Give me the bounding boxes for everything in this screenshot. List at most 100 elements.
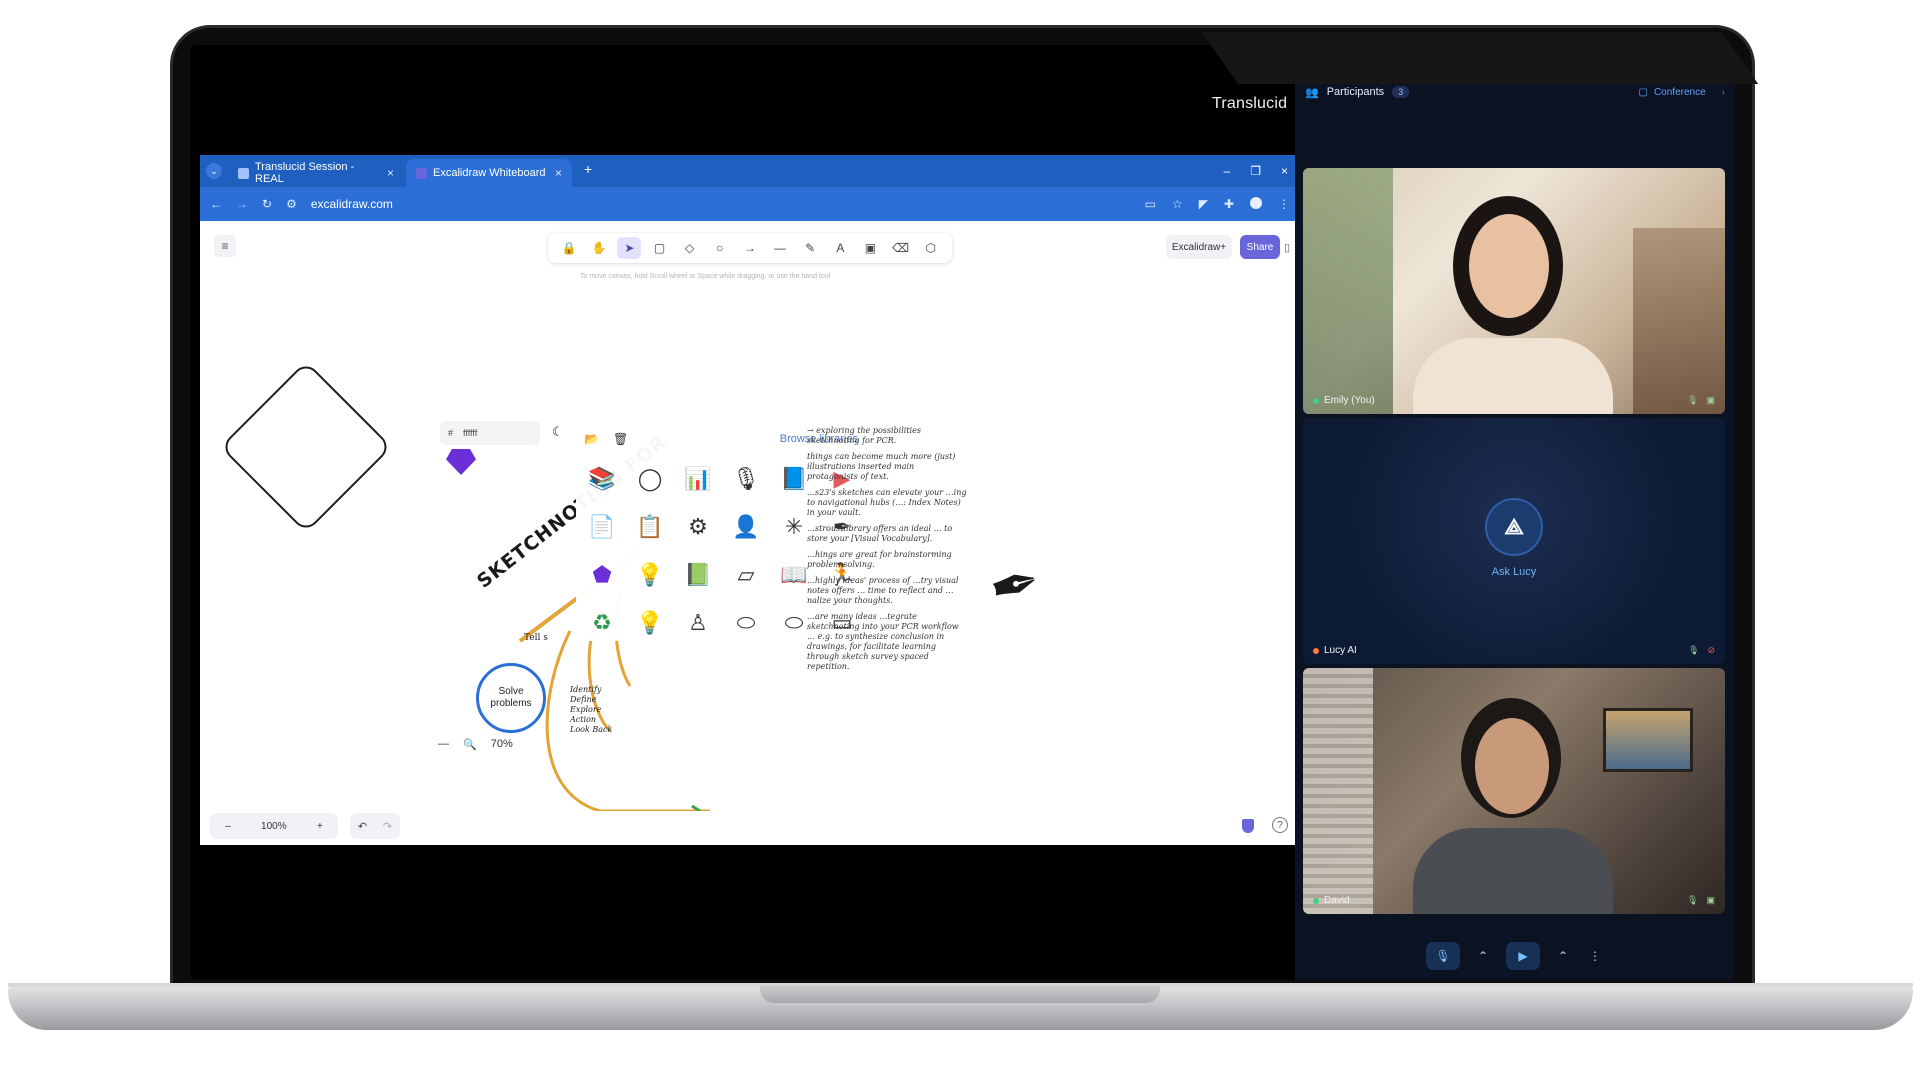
cast-icon[interactable]: ▭ <box>1145 197 1156 211</box>
minimize-icon[interactable]: – <box>1224 164 1231 178</box>
extensions-puzzle-icon[interactable]: ✚ <box>1224 197 1234 211</box>
tab-translucid-session[interactable]: Translucid Session - REAL × <box>228 159 404 187</box>
zoom-search-icon[interactable]: 🔍 <box>463 738 477 751</box>
clipboard-icon[interactable]: 📋 <box>628 505 672 549</box>
notebook-icon[interactable]: ▱ <box>724 553 768 597</box>
diamond-tool-icon[interactable]: ◇ <box>678 237 702 259</box>
line-tool-icon[interactable]: — <box>768 237 792 259</box>
laptop-opening-groove <box>760 985 1160 1003</box>
head-profile-icon[interactable]: 👤 <box>724 505 768 549</box>
reload-icon[interactable]: ↻ <box>262 197 272 211</box>
books-icon[interactable]: 📚 <box>580 457 624 501</box>
gears-icon[interactable]: ⚙ <box>676 505 720 549</box>
arrow-tool-icon[interactable]: → <box>738 237 762 259</box>
camera-button[interactable]: ▶ <box>1506 942 1540 970</box>
restore-icon[interactable]: ❐ <box>1250 164 1261 178</box>
tile-media-status: 🎙 ▣ <box>1687 895 1715 906</box>
participant-count-badge: 3 <box>1392 86 1410 98</box>
url-field[interactable]: excalidraw.com <box>311 197 393 211</box>
undo-icon[interactable]: ↶ <box>358 820 367 833</box>
participant-name: Emily (You) <box>1313 395 1375 406</box>
extension-translucid-icon[interactable]: ◤ <box>1199 197 1208 211</box>
lightbulb-head-icon[interactable]: 💡 <box>628 553 672 597</box>
tab-excalidraw-whiteboard[interactable]: Excalidraw Whiteboard × <box>406 159 572 187</box>
close-window-icon[interactable]: × <box>1281 164 1288 178</box>
tab-close-icon[interactable]: × <box>555 166 562 180</box>
note-line: …stroustlibrary offers an ideal … to sto… <box>807 524 953 543</box>
note-line: …are many ideas …tegrate sketchnoting in… <box>807 612 959 671</box>
main-menu-button[interactable]: ≡ <box>214 235 236 257</box>
lightbulb-icon[interactable]: 💡 <box>628 601 672 645</box>
selection-tool-icon[interactable]: ➤ <box>617 237 642 259</box>
share-button[interactable]: Share <box>1240 235 1280 259</box>
back-icon[interactable]: ← <box>210 197 222 211</box>
redo-icon[interactable]: ↷ <box>383 820 392 833</box>
shield-icon[interactable] <box>1242 819 1254 833</box>
conference-button[interactable]: ▢ Conference › <box>1639 87 1726 98</box>
camera-on-icon: ▣ <box>1706 395 1715 405</box>
zoom-in-button[interactable]: + <box>317 821 323 832</box>
online-status-icon <box>1313 397 1319 404</box>
purple-gem-icon[interactable]: ⬟ <box>580 553 624 597</box>
mic-options-chevron-icon[interactable]: ⌃ <box>1474 942 1492 970</box>
dark-mode-icon[interactable]: ☾ <box>552 424 564 440</box>
video-tile-lucy-ai[interactable]: ⟁ Ask Lucy Lucy AI 🎙 ⊘ <box>1303 418 1725 664</box>
more-options-icon[interactable]: ⋮ <box>1586 942 1604 970</box>
color-hash: # <box>448 428 454 438</box>
video-tile-david[interactable]: David 🎙 ▣ <box>1303 668 1725 914</box>
tab-close-icon[interactable]: × <box>387 166 394 180</box>
lucy-ai-logo-icon[interactable]: ⟁ <box>1487 500 1541 554</box>
trash-icon[interactable]: 🗑 <box>613 432 628 446</box>
excalidraw-canvas[interactable]: ≡ 🔒 ✋ ➤ ▢ ◇ ○ → — ✎ A ▣ ⌫ ⬡ To move canv… <box>200 221 1300 845</box>
speech-bubble-icon[interactable]: ⬭ <box>724 601 768 645</box>
ask-lucy-label[interactable]: Ask Lucy <box>1303 566 1725 578</box>
rectangle-tool-icon[interactable]: ▢ <box>647 237 671 259</box>
zoom-out-icon[interactable]: — <box>438 738 449 750</box>
step-item: Look Back <box>570 725 613 734</box>
profile-avatar-icon[interactable] <box>1250 197 1262 209</box>
browser-menu-icon[interactable]: ⋮ <box>1278 197 1290 211</box>
bookshelf-background <box>1633 228 1725 414</box>
excalidraw-plus-button[interactable]: Excalidraw+ <box>1166 235 1232 259</box>
address-bar-actions: ▭ ☆ ◤ ✚ ⋮ <box>1145 197 1290 211</box>
translucid-favicon-icon <box>238 167 249 179</box>
open-folder-icon[interactable]: 📂 <box>584 432 599 446</box>
more-tools-icon[interactable]: ⬡ <box>919 237 943 259</box>
participant-name: David <box>1313 895 1350 906</box>
diamond-shape[interactable] <box>219 360 393 534</box>
microphone-icon[interactable]: 🎙 <box>724 457 768 501</box>
document-icon[interactable]: 📄 <box>580 505 624 549</box>
presentation-board-icon[interactable]: 📊 <box>676 457 720 501</box>
person-outline-icon[interactable]: ♙ <box>676 601 720 645</box>
image-tool-icon[interactable]: ▣ <box>858 237 882 259</box>
camera-options-chevron-icon[interactable]: ⌃ <box>1554 942 1572 970</box>
stacked-books-icon[interactable]: 📗 <box>676 553 720 597</box>
tab-list-icon[interactable]: ⌄ <box>206 163 222 179</box>
zoom-out-button[interactable]: – <box>225 821 231 832</box>
help-icon[interactable]: ? <box>1272 817 1288 833</box>
color-picker[interactable]: # ffffff <box>440 421 540 445</box>
site-info-icon[interactable]: ⚙ <box>286 197 297 211</box>
tab-label: Translucid Session - REAL <box>255 161 355 185</box>
text-tool-icon[interactable]: A <box>828 237 852 259</box>
eraser-tool-icon[interactable]: ⌫ <box>889 237 913 259</box>
call-controls: 🎙 ⌃ ▶ ⌃ ⋮ <box>1415 940 1615 972</box>
bookmark-star-icon[interactable]: ☆ <box>1172 197 1183 211</box>
forward-icon[interactable]: → <box>236 197 248 211</box>
screen-bezel-reflection <box>1201 32 1759 84</box>
lock-tool-icon[interactable]: 🔒 <box>557 237 581 259</box>
participant-name: Lucy AI <box>1313 645 1357 656</box>
zoom-value[interactable]: 100% <box>261 821 287 832</box>
video-tile-emily[interactable]: Emily (You) 🎙 ▣ <box>1303 168 1725 414</box>
draw-tool-icon[interactable]: ✎ <box>798 237 822 259</box>
participants-panel: 👥 Participants 3 ▢ Conference › Emily (Y… <box>1295 70 1735 980</box>
hand-tool-icon[interactable]: ✋ <box>587 237 611 259</box>
circle-icon[interactable]: ◯ <box>628 457 672 501</box>
recycle-icon[interactable]: ♻ <box>580 601 624 645</box>
microphone-button[interactable]: 🎙 <box>1426 942 1460 970</box>
address-bar: ← → ↻ ⚙ excalidraw.com ▭ ☆ ◤ ✚ ⋮ <box>200 187 1300 221</box>
tile-media-status: 🎙 ▣ <box>1687 395 1715 406</box>
tab-label: Excalidraw Whiteboard <box>433 167 546 179</box>
new-tab-button[interactable]: + <box>584 161 592 177</box>
ellipse-tool-icon[interactable]: ○ <box>708 237 732 259</box>
